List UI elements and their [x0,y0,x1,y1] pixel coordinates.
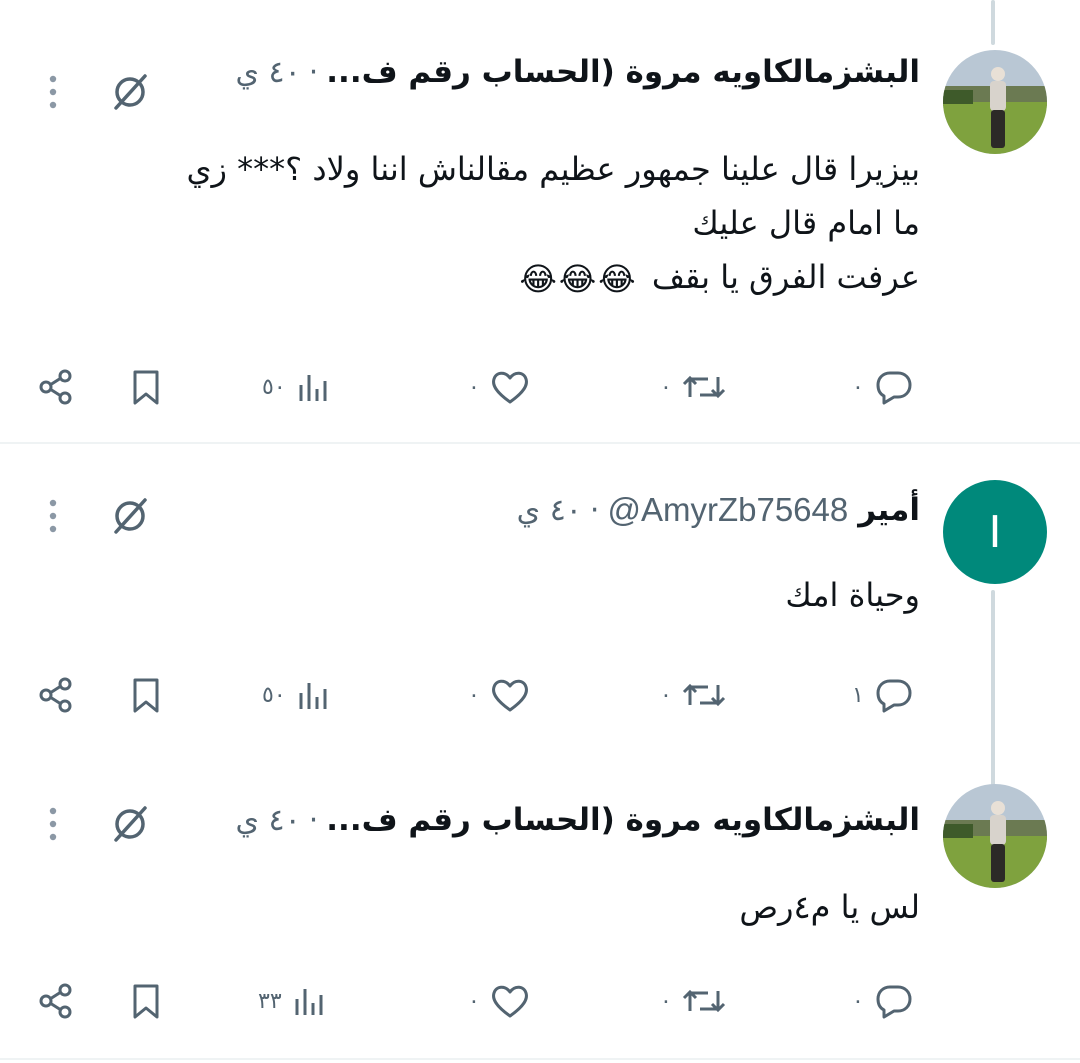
tweet-header: أمير @AmyrZb75648 · ٤٠ ي [517,488,920,532]
like-count: ٠ [468,374,480,400]
tweet-header: البشزمالكاويه مروة (الحساب رقم ف... · ٤٠… [235,50,920,94]
reply-count: ١ [852,682,864,708]
share-button[interactable] [36,362,76,412]
tweet-3[interactable]: البشزمالكاويه مروة (الحساب رقم ف... · ٤٠… [0,784,1080,1054]
reply-icon [876,679,912,713]
tweet-header: البشزمالكاويه مروة (الحساب رقم ف... · ٤٠… [235,798,920,842]
action-bar: ٣٣ ٠ ٠ ٠ [0,976,1080,1026]
views-count: ٥٠ [262,682,286,708]
tweet-divider [0,442,1080,444]
share-icon [39,677,72,713]
timestamp[interactable]: ٤٠ ي [235,55,300,90]
reply-button[interactable]: ٠ [852,976,916,1026]
tweet-text: وحياة امك [785,568,920,622]
tweet-line: عرفت الفرق يا بقف 😂 😂 😂 [186,250,920,306]
bookmark-button[interactable] [126,976,166,1026]
retweet-button[interactable]: ٠ [660,362,728,412]
views-icon [299,683,327,709]
laughing-emoji: 😂 [519,260,557,298]
profile-photo [943,784,1047,888]
share-button[interactable] [36,976,76,1026]
retweet-count: ٠ [660,374,672,400]
timestamp[interactable]: ٤٠ ي [235,803,300,838]
more-icon[interactable] [46,802,60,846]
tweet-text: بيزيرا قال علينا جمهور عظيم مقالناش اننا… [186,142,920,306]
tweet-text: لس يا م٤رص [739,880,920,934]
like-button[interactable]: ٠ [468,670,532,720]
like-icon [491,679,528,712]
retweet-count: ٠ [660,988,672,1014]
like-button[interactable]: ٠ [468,976,532,1026]
tweet-line-text: عرفت الفرق يا بقف [651,258,920,296]
reply-button[interactable]: ٠ [852,362,916,412]
bookmark-icon [133,678,159,713]
tweet-line: ما امام قال عليك [692,204,920,242]
like-button[interactable]: ٠ [468,362,532,412]
thread-line-top [991,0,995,45]
retweet-icon [682,989,725,1013]
share-icon [39,369,72,405]
reply-button[interactable]: ١ [852,670,916,720]
avatar[interactable] [943,784,1047,888]
share-button[interactable] [36,670,76,720]
retweet-button[interactable]: ٠ [660,670,728,720]
more-icon[interactable] [46,70,60,114]
grok-icon[interactable] [108,70,152,114]
profile-photo [943,50,1047,154]
like-icon [491,985,528,1018]
bookmark-button[interactable] [126,670,166,720]
views-button[interactable]: ٣٣ [258,976,330,1026]
separator-dot: · [308,54,319,90]
author-name[interactable]: البشزمالكاويه مروة (الحساب رقم ف... [326,54,920,90]
bookmark-icon [133,984,159,1019]
reply-count: ٠ [852,374,864,400]
tweet-1[interactable]: البشزمالكاويه مروة (الحساب رقم ف... · ٤٠… [0,50,1080,440]
reply-icon [876,371,912,405]
like-count: ٠ [468,682,480,708]
separator-dot: · [589,492,600,528]
like-icon [491,371,528,404]
retweet-button[interactable]: ٠ [660,976,728,1026]
laughing-emoji: 😂 [598,260,636,298]
tweet-2[interactable]: I أمير @AmyrZb75648 · ٤٠ ي وحياة امك ٥٠ … [0,480,1080,760]
tweet-divider [0,1058,1080,1060]
views-button[interactable]: ٥٠ [262,670,334,720]
more-icon[interactable] [46,494,60,538]
tweet-line: وحياة امك [785,576,920,614]
like-count: ٠ [468,988,480,1014]
author-name[interactable]: أمير [858,492,920,528]
timestamp[interactable]: ٤٠ ي [517,493,582,528]
laughing-emoji: 😂 [558,260,597,298]
bookmark-icon [133,370,159,405]
views-button[interactable]: ٥٠ [262,362,334,412]
views-count: ٣٣ [258,988,282,1014]
author-name[interactable]: البشزمالكاويه مروة (الحساب رقم ف... [326,802,920,838]
action-bar: ٥٠ ٠ ٠ ١ [0,670,1080,720]
action-bar: ٥٠ ٠ ٠ ٠ [0,362,1080,412]
bookmark-button[interactable] [126,362,166,412]
retweet-icon [682,375,725,399]
author-handle[interactable]: @AmyrZb75648 [607,491,848,529]
views-icon [299,375,327,401]
grok-icon[interactable] [108,494,152,538]
grok-icon[interactable] [108,802,152,846]
reply-count: ٠ [852,988,864,1014]
views-count: ٥٠ [262,374,286,400]
avatar-letter: I [988,506,1002,558]
avatar[interactable]: I [943,480,1047,584]
separator-dot: · [308,802,319,838]
avatar[interactable] [943,50,1047,154]
reply-icon [876,985,912,1019]
emoji-group: 😂 😂 😂 [519,252,635,306]
tweet-line: لس يا م٤رص [739,888,920,926]
tweet-line: بيزيرا قال علينا جمهور عظيم مقالناش اننا… [186,150,920,188]
views-icon [295,989,323,1015]
share-icon [39,983,72,1019]
retweet-icon [682,683,725,707]
retweet-count: ٠ [660,682,672,708]
